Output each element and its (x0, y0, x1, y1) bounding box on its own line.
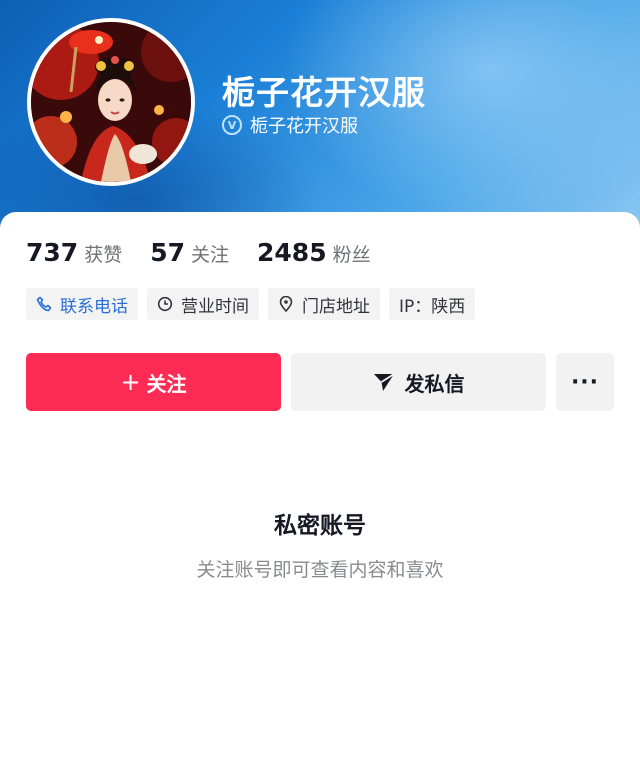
verified-account-row: V 栀子花开汉服 (222, 112, 358, 138)
private-account-title: 私密账号 (274, 513, 366, 539)
stat-following-value: 57 (150, 238, 185, 267)
verified-label: 栀子花开汉服 (250, 116, 358, 137)
location-pin-icon (278, 296, 294, 312)
follow-button[interactable]: + 关注 (26, 353, 281, 411)
more-dots-icon: ··· (570, 369, 600, 395)
follow-button-label: 关注 (146, 371, 187, 396)
stat-likes-value: 737 (26, 238, 79, 267)
plus-icon: + (120, 368, 141, 396)
stat-followers-value: 2485 (257, 238, 327, 267)
send-message-button[interactable]: 发私信 (291, 353, 546, 411)
avatar-image (31, 22, 191, 182)
tag-store-address[interactable]: 门店地址 (268, 288, 380, 320)
private-account-subtitle: 关注账号即可查看内容和喜欢 (196, 559, 444, 581)
tag-contact-phone-label: 联系电话 (60, 296, 128, 317)
clock-icon (157, 296, 173, 312)
send-icon (373, 372, 395, 392)
tag-store-address-label: 门店地址 (302, 296, 370, 317)
tag-ip-location: IP：陕西 (389, 288, 476, 320)
stat-likes-label: 获赞 (84, 244, 123, 266)
stat-followers-label: 粉丝 (332, 244, 371, 266)
phone-icon (36, 296, 52, 312)
tag-contact-phone[interactable]: 联系电话 (26, 288, 138, 320)
more-options-button[interactable]: ··· (556, 353, 614, 411)
verified-badge-icon: V (222, 115, 242, 135)
tag-business-hours[interactable]: 营业时间 (147, 288, 259, 320)
avatar[interactable] (27, 18, 195, 186)
tag-business-hours-label: 营业时间 (181, 296, 249, 317)
send-message-label: 发私信 (404, 371, 465, 396)
profile-stats: 737 获赞 57 关注 2485 粉丝 (26, 238, 399, 267)
profile-display-name: 栀子花开汉服 (222, 73, 426, 112)
profile-tags: 联系电话 营业时间 门店地址 IP：陕西 (26, 288, 484, 320)
stat-likes[interactable]: 737 获赞 (26, 238, 122, 267)
tag-ip-location-label: IP：陕西 (399, 296, 466, 317)
stat-following[interactable]: 57 关注 (150, 238, 229, 267)
stat-following-label: 关注 (191, 244, 230, 266)
stat-followers[interactable]: 2485 粉丝 (257, 238, 371, 267)
